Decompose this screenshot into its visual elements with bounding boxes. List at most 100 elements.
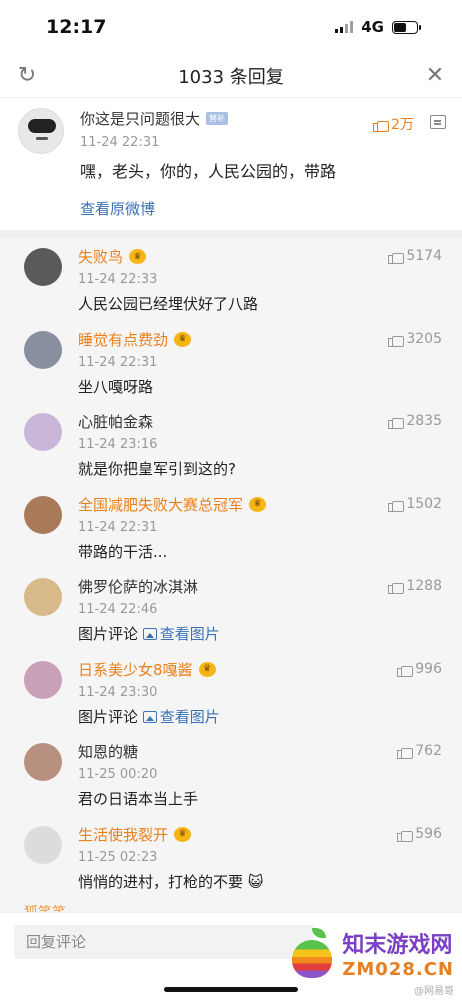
reply-item[interactable]: 知恩的糖 11-25 00:20 君の日语本当上手 762 <box>0 733 462 816</box>
like-count: 762 <box>415 743 442 759</box>
reply-list: 失败鸟 ♛ 11-24 22:33 人民公园已经埋伏好了八路 5174 睡觉有点费劲 ♛ 11… <box>0 238 462 898</box>
refresh-icon[interactable]: ↻ <box>16 63 38 88</box>
like-count: 1288 <box>406 578 442 594</box>
avatar[interactable] <box>24 413 62 451</box>
reply-date: 11-24 22:31 <box>78 354 158 370</box>
watermark-small: @网易哥 <box>414 986 454 997</box>
emoji: 😺 <box>247 872 264 891</box>
avatar[interactable] <box>18 108 64 154</box>
reply-item[interactable]: 睡觉有点费劲 ♛ 11-24 22:31 坐八嘎呀路 3205 <box>0 321 462 404</box>
reply-content: 坐八嘎呀路 <box>78 377 154 396</box>
divider <box>0 230 462 238</box>
reply-item[interactable]: 佛罗伦萨的冰淇淋 11-24 22:46 图片评论 查看图片 1288 <box>0 568 462 651</box>
thumbs-up-icon <box>387 249 405 264</box>
like-button[interactable]: 2万 <box>372 114 414 134</box>
user-name[interactable]: 睡觉有点费劲 <box>78 329 168 350</box>
avatar[interactable] <box>24 330 62 369</box>
user-name[interactable]: 你这是只问题很大 <box>80 108 200 129</box>
watermark-en: ZM028.CN <box>342 959 454 980</box>
like-count: 1502 <box>406 495 442 512</box>
reply-content: 图片评论 查看图片 <box>78 707 220 726</box>
user-name[interactable]: 心脏帕金森 <box>78 411 153 432</box>
view-image-link[interactable]: 查看图片 <box>142 708 220 726</box>
footer: 回复评论 知末游戏网 ZM028.CN @网易哥 <box>0 912 462 1000</box>
reply-content: 就是你把皇军引到这的? <box>78 460 236 478</box>
apple-logo-icon <box>288 927 336 980</box>
thumbs-up-icon <box>396 662 414 677</box>
avatar[interactable] <box>24 825 62 864</box>
thumbs-up-icon <box>387 497 405 512</box>
user-name[interactable]: 日系美少女8嘎酱 <box>78 659 193 680</box>
user-badge: 替补 <box>206 112 229 125</box>
crown-icon: ♛ <box>129 249 147 264</box>
reply-item[interactable]: 全国减肥失败大赛总冠军 ♛ 11-24 22:31 带路的干活... 1502 <box>0 486 462 569</box>
like-button[interactable]: 996 <box>396 661 442 677</box>
home-indicator[interactable] <box>164 987 298 992</box>
crown-icon: ♛ <box>174 826 192 842</box>
reply-date: 11-24 22:31 <box>78 519 158 535</box>
comment-icon[interactable] <box>430 115 446 129</box>
avatar[interactable] <box>24 248 62 286</box>
reply-content: 人民公园已经埋伏好了八路 <box>78 295 259 313</box>
like-button[interactable]: 3205 <box>387 331 442 347</box>
page-title: 1033 条回复 <box>178 66 284 88</box>
user-name[interactable]: 知恩的糖 <box>78 741 138 762</box>
reply-date: 11-25 00:20 <box>78 767 158 782</box>
thumbs-up-icon <box>387 414 405 429</box>
like-button[interactable]: 596 <box>396 826 442 842</box>
signal-icon <box>335 21 354 33</box>
status-time: 12:17 <box>46 16 107 38</box>
battery-icon <box>392 20 421 34</box>
image-icon <box>142 710 157 723</box>
like-count: 2万 <box>391 117 414 133</box>
like-button[interactable]: 2835 <box>387 413 442 429</box>
reply-content: 悄悄的进村，打枪的不要 😺 <box>78 872 264 891</box>
like-button[interactable]: 762 <box>396 743 442 759</box>
avatar[interactable] <box>24 660 62 699</box>
reply-input[interactable]: 回复评论 <box>14 925 314 959</box>
avatar[interactable] <box>24 743 62 781</box>
reply-item[interactable]: 心脏帕金森 11-24 23:16 就是你把皇军引到这的? 2835 <box>0 403 462 486</box>
reply-item[interactable]: 日系美少女8嘎酱 ♛ 11-24 23:30 图片评论 查看图片 996 <box>0 651 462 734</box>
like-count: 3205 <box>406 330 442 347</box>
main-post: 你这是只问题很大 替补 11-24 22:31 嘿，老头，你的，人民公园的，带路… <box>0 98 462 230</box>
view-original-link[interactable]: 查看原微博 <box>80 198 444 219</box>
thumbs-up-icon <box>387 579 405 594</box>
like-button[interactable]: 1502 <box>387 496 442 512</box>
close-icon[interactable]: ✕ <box>424 63 446 88</box>
like-button[interactable]: 1288 <box>387 578 442 594</box>
status-bar: 12:17 4G <box>0 0 462 54</box>
user-name[interactable]: 失败鸟 <box>78 246 123 267</box>
avatar[interactable] <box>24 495 62 534</box>
user-name[interactable]: 生活使我裂开 <box>78 824 168 845</box>
like-button[interactable]: 5174 <box>387 248 442 264</box>
reply-item[interactable]: 失败鸟 ♛ 11-24 22:33 人民公园已经埋伏好了八路 5174 <box>0 238 462 321</box>
watermark: 知末游戏网 ZM028.CN <box>288 927 454 980</box>
avatar[interactable] <box>24 578 62 616</box>
like-count: 596 <box>415 825 442 842</box>
thumbs-up-icon <box>372 117 390 132</box>
watermark-cn: 知末游戏网 <box>342 933 453 958</box>
like-count: 996 <box>415 660 442 677</box>
reply-item[interactable]: 生活使我裂开 ♛ 11-25 02:23 悄悄的进村，打枪的不要 😺 596 <box>0 816 462 899</box>
image-icon <box>142 628 157 640</box>
user-name[interactable]: 全国减肥失败大赛总冠军 <box>78 494 243 515</box>
status-icons: 4G <box>335 18 421 36</box>
reply-date: 11-24 23:16 <box>78 437 158 452</box>
crown-icon: ♛ <box>249 496 267 512</box>
post-content: 嘿，老头，你的，人民公园的，带路 <box>80 162 337 181</box>
reply-date: 11-25 02:23 <box>78 849 158 865</box>
crown-icon: ♛ <box>174 331 192 347</box>
header: ↻ 1033 条回复 ✕ <box>0 54 462 98</box>
reply-date: 11-24 23:30 <box>78 684 158 700</box>
thumbs-up-icon <box>387 332 405 347</box>
crown-icon: ♛ <box>198 661 216 677</box>
reply-date: 11-24 22:46 <box>78 602 158 617</box>
view-image-link[interactable]: 查看图片 <box>142 625 220 643</box>
thumbs-up-icon <box>396 744 414 759</box>
network-label: 4G <box>361 18 384 36</box>
user-name[interactable]: 佛罗伦萨的冰淇淋 <box>78 576 198 597</box>
reply-content: 图片评论 查看图片 <box>78 625 220 643</box>
thumbs-up-icon <box>396 827 414 842</box>
reply-content: 君の日语本当上手 <box>78 790 199 808</box>
